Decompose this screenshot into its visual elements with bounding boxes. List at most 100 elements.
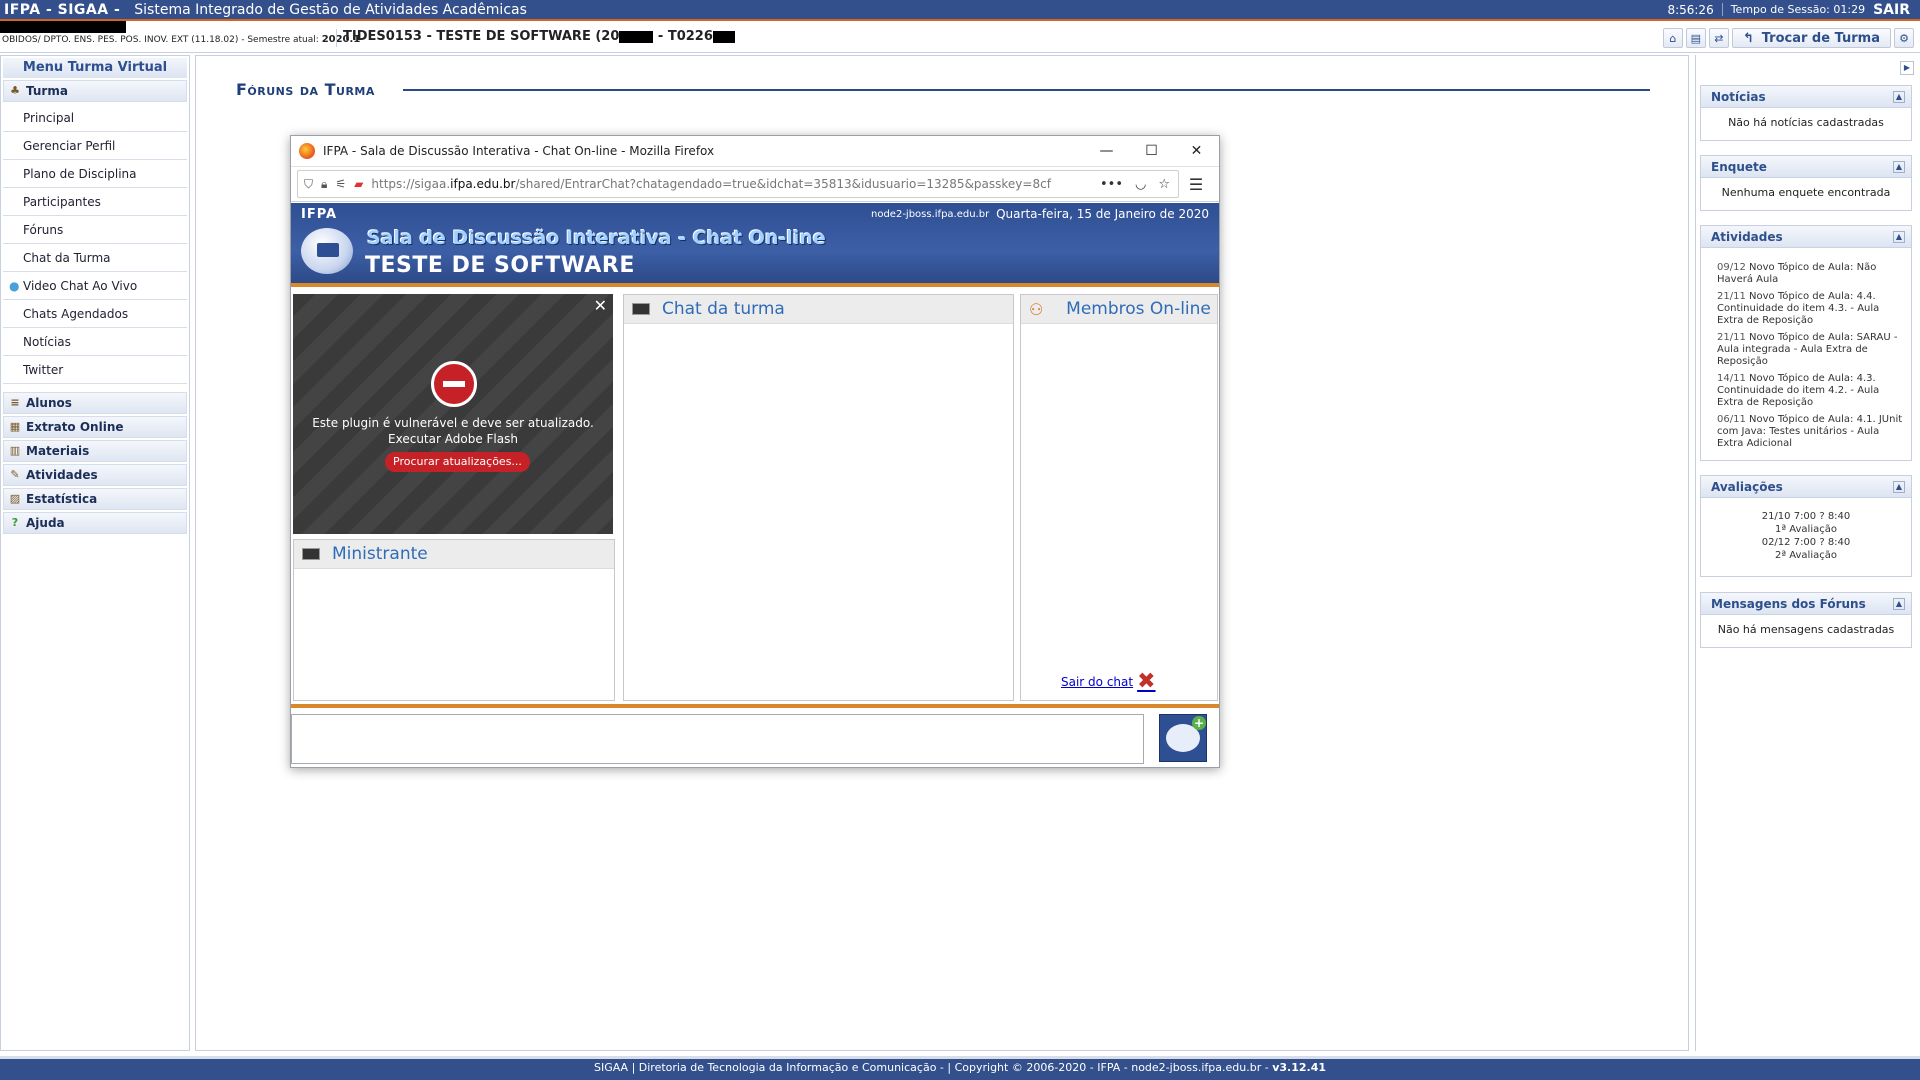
flash-plugin-block: ✕ Este plugin é vulnerável e deve ser at…	[293, 294, 613, 534]
collapse-panel-icon[interactable]: ▲	[1893, 597, 1905, 610]
firefox-icon	[299, 143, 315, 159]
trocar-turma-button[interactable]: ↰ Trocar de Turma	[1731, 28, 1891, 48]
leave-chat-link[interactable]: Sair do chat ✖	[1061, 671, 1156, 693]
collapse-panel-icon[interactable]: ▲	[1893, 230, 1905, 243]
department-label: OBIDOS/ DPTO. ENS. PES. POS. INOV. EXT (…	[2, 35, 319, 45]
menu-item-twitter[interactable]: Twitter	[3, 356, 187, 384]
plugin-message: Este plugin é vulnerável e deve ser atua…	[293, 415, 613, 447]
pocket-icon[interactable]: ◡	[1135, 177, 1146, 192]
menu-section-label: Ajuda	[26, 516, 65, 530]
activity-item[interactable]: 21/11 Novo Tópico de Aula: 4.4. Continui…	[1717, 291, 1903, 327]
panel-title: Enquete	[1711, 159, 1767, 174]
panel-body: Nenhuma enquete encontrada	[1721, 186, 1891, 199]
collapse-panel-icon[interactable]: ▲	[1893, 90, 1905, 103]
bookmark-star-icon[interactable]: ☆	[1158, 177, 1170, 192]
books-icon: ▥	[9, 444, 21, 457]
chat-course-title: TESTE DE SOFTWARE	[365, 253, 635, 278]
switch-icon[interactable]: ⇄	[1708, 28, 1729, 48]
menu-section-atividades[interactable]: ✎ Atividades	[3, 464, 187, 486]
settings-icon[interactable]: ⚙	[1894, 28, 1914, 48]
footer: SIGAA | Diretoria de Tecnologia da Infor…	[0, 1056, 1920, 1080]
panel-header: Atividades ▲	[1701, 226, 1911, 248]
menu-item-gerenciar-perfil[interactable]: Gerenciar Perfil	[3, 132, 187, 160]
menu-item-label: Participantes	[23, 194, 101, 209]
address-field[interactable]: ⛉ 🔒︎ ⚟ ▰ https://sigaa. ifpa.edu.br/share…	[297, 170, 1179, 198]
panel-title: Notícias	[1711, 89, 1766, 104]
version-label: v3.12.41	[1272, 1061, 1327, 1074]
close-icon[interactable]: ✕	[1174, 136, 1219, 166]
menu-item-plano-disciplina[interactable]: Plano de Disciplina	[3, 160, 187, 188]
menu-item-label: Twitter	[23, 362, 64, 377]
activity-item[interactable]: 06/11 Novo Tópico de Aula: 4.1. JUnit co…	[1717, 414, 1903, 450]
turma-class: - T0226	[653, 29, 713, 44]
run-flash-link[interactable]: Executar Adobe Flash	[293, 431, 613, 447]
menu-section-turma[interactable]: ♣ Turma	[3, 80, 187, 102]
activity-date: 09/12	[1717, 262, 1746, 273]
panel-header: Chat da turma	[624, 295, 1013, 324]
chat-popup-window: IFPA - Sala de Discussão Interativa - Ch…	[290, 135, 1220, 768]
minimize-icon[interactable]: —	[1084, 136, 1129, 166]
turma-icon: ♣	[10, 84, 20, 97]
home-icon[interactable]: ⌂	[1662, 28, 1683, 48]
panel-noticias: Notícias ▲ Não há notícias cadastradas	[1700, 85, 1912, 141]
activity-item[interactable]: 09/12 Novo Tópico de Aula: Não Haverá Au…	[1717, 262, 1903, 286]
panel-title: Chat da turma	[662, 299, 785, 319]
panel-body: 09/12 Novo Tópico de Aula: Não Haverá Au…	[1701, 248, 1911, 461]
system-name: Sistema Integrado de Gestão de Atividade…	[134, 1, 527, 18]
monitor-icon	[302, 548, 320, 560]
check-updates-button[interactable]: Procurar atualizações...	[385, 452, 530, 472]
menu-item-principal[interactable]: Principal	[3, 104, 187, 132]
plugin-blocked-icon[interactable]: ▰	[354, 177, 363, 191]
panel-enquete: Enquete ▲ Nenhuma enquete encontrada	[1700, 155, 1912, 211]
menu-item-chat-turma[interactable]: Chat da Turma	[3, 244, 187, 272]
people-icon: ⚇	[1029, 299, 1044, 319]
activity-date: 21/11	[1717, 332, 1746, 343]
menu-section-estatistica[interactable]: ▨ Estatística	[3, 488, 187, 510]
menu-section-materiais[interactable]: ▥ Materiais	[3, 440, 187, 462]
panel-header: Ministrante	[294, 540, 614, 569]
menu-section-ajuda[interactable]: ? Ajuda	[3, 512, 187, 534]
turma-title: TIDES0153 - TESTE DE SOFTWARE (20 - T022…	[336, 29, 735, 47]
plugin-warning: Este plugin é vulnerável e deve ser atua…	[312, 416, 594, 430]
panel-body: Não há mensagens cadastradas	[1717, 623, 1895, 636]
menu-item-label: Fóruns	[23, 222, 64, 237]
menu-item-label: Plano de Disciplina	[23, 166, 137, 181]
print-icon[interactable]: ▤	[1685, 28, 1706, 48]
page-actions-icon[interactable]: •••	[1100, 177, 1123, 192]
logout-link[interactable]: SAIR	[1873, 2, 1920, 18]
evaluation-name: 2ª Avaliação	[1775, 550, 1837, 561]
permissions-icon[interactable]: ⚟	[335, 177, 346, 191]
menu-section-label: Materiais	[26, 444, 90, 458]
menu-section-label: Extrato Online	[26, 420, 124, 434]
menu-section-label: Alunos	[26, 396, 72, 410]
menu-section-alunos[interactable]: ≡ Alunos	[3, 392, 187, 414]
send-message-button[interactable]	[1159, 714, 1207, 762]
page-title: Fóruns da Turma	[236, 80, 375, 99]
shield-icon[interactable]: ⛉	[304, 177, 313, 192]
lock-icon[interactable]: 🔒︎	[321, 177, 327, 192]
hamburger-menu-icon[interactable]: ☰	[1179, 175, 1213, 194]
panel-header: Enquete ▲	[1701, 156, 1911, 178]
chart-icon: ▨	[9, 492, 21, 505]
panel-header: Notícias ▲	[1701, 86, 1911, 108]
panel-title: Ministrante	[332, 544, 428, 564]
collapse-sidebar-icon[interactable]: ▶	[1900, 61, 1914, 75]
activity-item[interactable]: 21/11 Novo Tópico de Aula: SARAU - Aula …	[1717, 332, 1903, 368]
top-bar: IFPA - SIGAA - Sistema Integrado de Gest…	[0, 0, 1920, 21]
menu-item-foruns[interactable]: Fóruns	[3, 216, 187, 244]
collapse-panel-icon[interactable]: ▲	[1893, 480, 1905, 493]
menu-item-participantes[interactable]: Participantes	[3, 188, 187, 216]
menu-section-extrato[interactable]: ▦ Extrato Online	[3, 416, 187, 438]
menu-item-noticias[interactable]: Notícias	[3, 328, 187, 356]
maximize-icon[interactable]: ☐	[1129, 136, 1174, 166]
collapse-panel-icon[interactable]: ▲	[1893, 160, 1905, 173]
panel-header: Avaliações ▲	[1701, 476, 1911, 498]
menu-item-video-chat[interactable]: ● Video Chat Ao Vivo	[3, 272, 187, 300]
close-icon[interactable]: ✕	[594, 296, 607, 315]
activity-date: 14/11	[1717, 373, 1746, 384]
message-textarea[interactable]	[291, 714, 1144, 764]
menu-item-chats-agendados[interactable]: Chats Agendados	[3, 300, 187, 328]
leave-chat-label: Sair do chat	[1061, 675, 1134, 689]
clipboard-icon: ✎	[10, 468, 20, 481]
activity-item[interactable]: 14/11 Novo Tópico de Aula: 4.3. Continui…	[1717, 373, 1903, 409]
